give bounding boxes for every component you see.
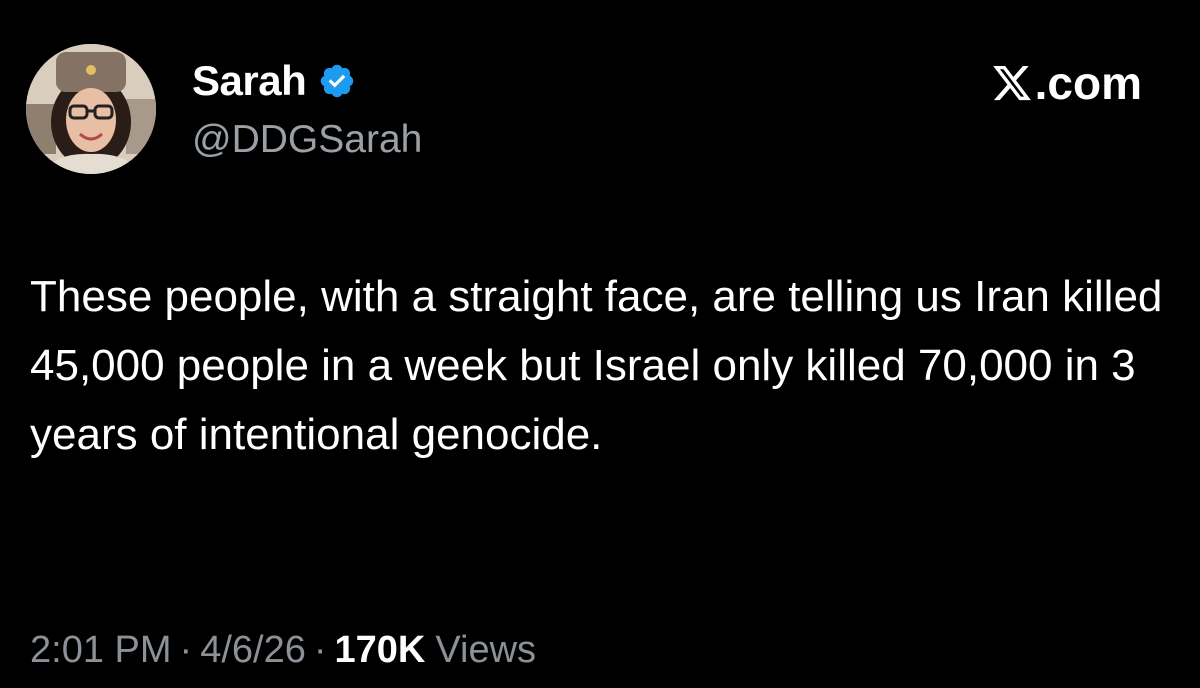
avatar[interactable] xyxy=(26,44,156,174)
avatar-photo xyxy=(26,44,156,174)
tweet-text: These people, with a straight face, are … xyxy=(30,272,1163,459)
site-domain-label: .com xyxy=(1034,57,1142,109)
x-logo-icon xyxy=(991,62,1033,104)
tweet-card: Sarah @DDGSarah .com These people, with … xyxy=(0,0,1200,688)
views-count: 170K xyxy=(334,629,426,671)
tweet-date[interactable]: 4/6/26 xyxy=(200,624,306,676)
author-display-name[interactable]: Sarah xyxy=(192,56,307,106)
verified-badge-icon xyxy=(318,62,356,100)
tweet-time[interactable]: 2:01 PM xyxy=(30,624,172,676)
meta-separator: · xyxy=(179,629,193,671)
author-name-row: Sarah xyxy=(192,56,356,106)
author-handle[interactable]: @DDGSarah xyxy=(192,116,422,164)
site-logo: .com xyxy=(991,56,1142,110)
meta-separator: · xyxy=(313,629,327,671)
views-label: Views xyxy=(435,629,537,671)
tweet-meta: 2:01 PM · 4/6/26 · 170K Views xyxy=(30,624,536,676)
